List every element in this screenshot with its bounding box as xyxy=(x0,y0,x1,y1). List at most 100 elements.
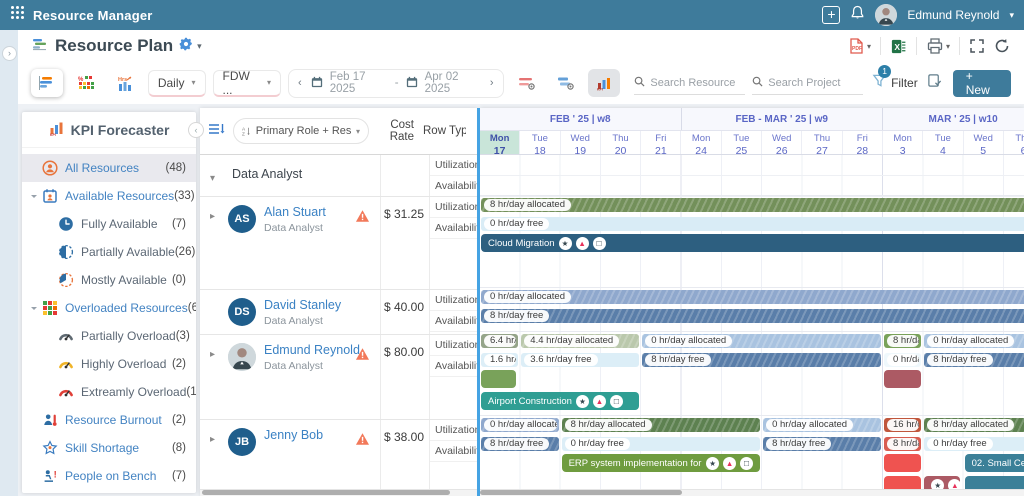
expand-left-rail-button[interactable]: › xyxy=(2,46,17,61)
allocation-segment[interactable]: 8 hr/day free xyxy=(481,309,1024,323)
date-to-value[interactable]: Apr 02 2025 xyxy=(425,71,481,95)
allocation-segment[interactable]: 0 hr/day free xyxy=(561,437,761,451)
allocation-segment[interactable]: 3.6 hr/day free xyxy=(521,353,640,367)
collapse-kpi-panel-button[interactable]: ‹ xyxy=(188,122,204,138)
print-options-caret-icon[interactable]: ▾ xyxy=(946,42,950,51)
chevron-down-icon[interactable] xyxy=(30,303,41,314)
allocation-segment[interactable]: 8 hr/day free xyxy=(924,353,1024,367)
grid-hscroll-thumb[interactable] xyxy=(202,490,450,495)
sidebar-item-available-resources[interactable]: Available Resources (33) xyxy=(22,182,196,210)
plan-settings-gear-icon[interactable] xyxy=(179,37,193,56)
expand-row-icon[interactable]: ▸ xyxy=(210,428,228,445)
allocation-segment[interactable]: 0 hr/day allocated xyxy=(642,334,881,348)
allocation-segment[interactable]: 4.4 hr/day allocated xyxy=(521,334,640,348)
sidebar-item-extreamly-overload[interactable]: Extreamly Overload(1) xyxy=(22,378,196,406)
bars-settings-button[interactable] xyxy=(549,69,582,97)
saved-filter-icon[interactable] xyxy=(927,73,942,93)
pdf-options-caret-icon[interactable]: ▾ xyxy=(867,42,871,51)
resource-name-link[interactable]: Jenny Bob xyxy=(264,428,323,442)
apps-grid-icon[interactable] xyxy=(10,5,25,25)
sidebar-item-mostly-available[interactable]: Mostly Available (0) xyxy=(22,266,196,294)
search-resource-input[interactable] xyxy=(650,76,746,89)
allocation-segment[interactable]: 8 hr/day free xyxy=(884,437,922,451)
utilization-settings-button[interactable] xyxy=(510,69,543,97)
allocation-segment[interactable]: 0 hr/day allocated xyxy=(924,334,1024,348)
allocation-segment[interactable]: 0 hr/day free xyxy=(884,353,922,367)
notifications-bell-icon[interactable] xyxy=(850,5,865,25)
allocation-segment[interactable]: 8 hr/day allocated xyxy=(561,418,761,432)
user-name[interactable]: Edmund Reynold xyxy=(907,8,999,22)
grid-hscroll-track[interactable] xyxy=(200,489,477,496)
allocation-block[interactable] xyxy=(481,370,517,388)
allocation-segment[interactable]: 0 hr/day free xyxy=(924,437,1024,451)
row-sort-icon[interactable] xyxy=(207,121,225,142)
filter-button[interactable]: 1 Filter xyxy=(872,65,918,93)
chevron-down-icon[interactable] xyxy=(30,191,41,202)
kpi-panel-title: KPI Forecaster xyxy=(70,121,170,138)
overload-warning-icon[interactable] xyxy=(355,428,370,451)
timeline-hscroll-thumb[interactable] xyxy=(480,490,682,495)
allocation-segment[interactable]: 16 hr/day allocated xyxy=(884,418,922,432)
allocation-block[interactable] xyxy=(884,454,922,472)
row-type-column-header: Row Type xyxy=(423,125,466,137)
allocation-segment[interactable]: 0 hr/day free xyxy=(481,217,1024,231)
allocation-segment[interactable]: 8 hr/day free xyxy=(481,437,559,451)
sidebar-item-resource-burnout[interactable]: Resource Burnout (2) xyxy=(22,406,196,434)
zoom-level-select[interactable]: Daily ▾ xyxy=(147,69,206,97)
overload-warning-icon[interactable] xyxy=(355,205,370,228)
project-bar[interactable]: 02. Small Ce xyxy=(964,454,1024,472)
allocation-segment[interactable]: 8 hr/day allocated xyxy=(884,334,922,348)
collapse-group-icon[interactable]: ▾ xyxy=(210,167,228,184)
sidebar-item-people-on-bench[interactable]: ! People on Bench (7) xyxy=(22,462,196,490)
date-next-button[interactable]: › xyxy=(488,77,496,89)
user-menu-caret-icon[interactable]: ▾ xyxy=(1009,10,1014,21)
resource-name-link[interactable]: David Stanley xyxy=(264,298,341,312)
quick-add-icon[interactable]: + xyxy=(822,6,841,24)
allocation-segment[interactable]: 8 hr/day allocated xyxy=(481,198,1024,212)
export-excel-icon[interactable]: X xyxy=(890,38,907,55)
sidebar-item-highly-overload[interactable]: Highly Overload (2) xyxy=(22,350,196,378)
sidebar-item-partially-available[interactable]: Partially Available (26) xyxy=(22,238,196,266)
project-bar[interactable]: Cloud Migration ★ ▲ □ xyxy=(481,234,1024,252)
sidebar-item-overloaded-resources[interactable]: Overloaded Resources(6) xyxy=(22,294,196,322)
allocation-block[interactable] xyxy=(884,370,922,388)
grouping-select[interactable]: FDW ... ▾ xyxy=(212,69,282,97)
allocation-segment[interactable]: 8 hr/day free xyxy=(763,437,881,451)
sidebar-item-all-resources[interactable]: All Resources (48) xyxy=(22,154,196,182)
date-from-value[interactable]: Feb 17 2025 xyxy=(330,71,388,95)
fullscreen-icon[interactable] xyxy=(969,38,985,54)
allocation-segment[interactable]: 0 hr/day allocated xyxy=(481,418,559,432)
overload-warning-icon[interactable] xyxy=(355,343,370,366)
expand-row-icon[interactable]: ▸ xyxy=(210,205,228,222)
allocation-segment[interactable]: 0 hr/day allocated xyxy=(763,418,881,432)
search-project-input[interactable] xyxy=(768,76,864,89)
allocation-segment[interactable]: 1.6 hr/day free xyxy=(481,353,519,367)
date-prev-button[interactable]: ‹ xyxy=(296,77,304,89)
refresh-icon[interactable] xyxy=(994,38,1010,54)
expand-row-icon[interactable]: ▸ xyxy=(210,343,228,360)
percent-heatmap-view-button[interactable]: % xyxy=(69,69,102,97)
panel-splitter[interactable] xyxy=(477,108,480,496)
print-icon[interactable]: ▾ xyxy=(926,37,950,55)
timeline-lane: 8 hr/day free xyxy=(480,307,1024,324)
export-pdf-icon[interactable]: PDF ▾ xyxy=(847,37,871,55)
allocation-segment[interactable]: 8 hr/day free xyxy=(642,353,881,367)
project-bar[interactable]: ERP system implementation for Financial.… xyxy=(561,454,761,472)
timeline-hscroll-track[interactable] xyxy=(480,489,1024,496)
kpi-forecaster-toggle-button[interactable]: KPI xyxy=(588,69,621,97)
project-bar[interactable]: Airport Construction ★ ▲ □ xyxy=(481,392,640,410)
user-avatar[interactable] xyxy=(875,4,898,26)
new-button[interactable]: + New xyxy=(952,69,1011,97)
allocation-segment[interactable]: 6.4 hr/day allocated xyxy=(481,334,519,348)
allocation-segment[interactable]: 0 hr/day allocated xyxy=(481,290,1024,304)
hours-chart-view-button[interactable]: Hrs xyxy=(108,69,141,97)
sidebar-item-skill-shortage[interactable]: Skill Shortage (8) xyxy=(22,434,196,462)
grouping-sort-select[interactable]: AZ Primary Role + Resour... ▾ xyxy=(233,118,369,144)
allocation-segment[interactable]: 8 hr/day allocated xyxy=(924,418,1024,432)
sidebar-item-fully-available[interactable]: Fully Available (7) xyxy=(22,210,196,238)
resource-name-link[interactable]: Alan Stuart xyxy=(264,205,326,219)
plan-menu-caret-icon[interactable]: ▾ xyxy=(197,41,202,52)
resource-name-link[interactable]: Edmund Reynold xyxy=(264,343,360,357)
gantt-view-button[interactable] xyxy=(31,69,63,97)
sidebar-item-partially-overload[interactable]: Partially Overload (3) xyxy=(22,322,196,350)
